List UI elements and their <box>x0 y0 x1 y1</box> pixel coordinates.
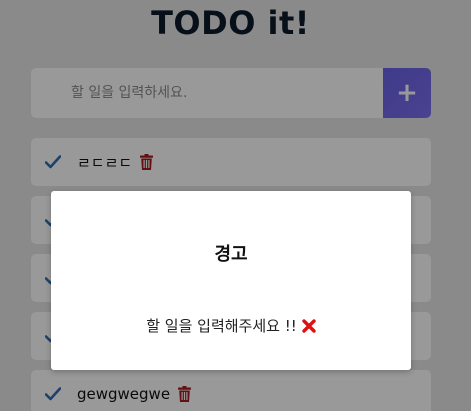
modal-title: 경고 <box>214 244 248 265</box>
alert-modal: 경고 할 일을 입력해주세요 !! <box>51 191 411 370</box>
modal-message-row: 할 일을 입력해주세요 !! <box>51 315 411 336</box>
todo-app: TODO it! + ㄹㄷㄹㄷ <box>0 0 471 411</box>
modal-message: 할 일을 입력해주세요 !! <box>146 317 297 335</box>
close-x-icon[interactable] <box>302 318 316 333</box>
